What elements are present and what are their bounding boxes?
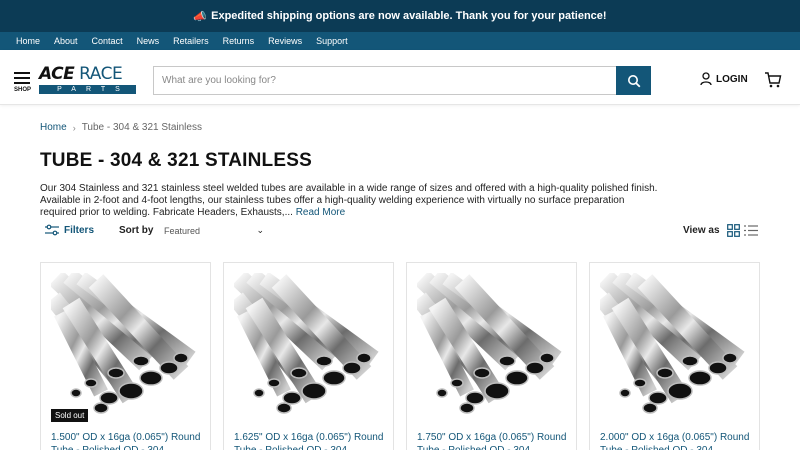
chevron-down-icon: ⌄ (256, 225, 264, 235)
nav-retailers[interactable]: Retailers (173, 36, 209, 46)
filters-button[interactable]: Filters (45, 224, 94, 236)
product-card[interactable]: 1.625" OD x 16ga (0.065") Round Tube - P… (223, 262, 394, 450)
product-card[interactable]: Sold out 1.500" OD x 16ga (0.065") Round… (40, 262, 211, 450)
hamburger-icon-bar (14, 77, 30, 79)
search-button[interactable] (616, 66, 651, 95)
grid-view-icon[interactable] (727, 224, 740, 237)
announcement-text: Expedited shipping options are now avail… (211, 10, 607, 22)
cart-icon (765, 72, 782, 88)
sort-select[interactable]: Featured ⌄ (164, 223, 264, 239)
nav-reviews[interactable]: Reviews (268, 36, 302, 46)
hamburger-icon-bar (14, 82, 30, 84)
utility-nav: Home About Contact News Retailers Return… (0, 32, 800, 50)
collection-description: Our 304 Stainless and 321 stainless stee… (40, 183, 660, 219)
menu-button[interactable]: SHOP (14, 72, 34, 93)
breadcrumb-current: Tube - 304 & 321 Stainless (81, 122, 202, 133)
product-title[interactable]: 1.625" OD x 16ga (0.065") Round Tube - P… (234, 431, 389, 450)
nav-about[interactable]: About (54, 36, 78, 46)
chevron-right-icon: › (72, 122, 76, 133)
search-bar (153, 66, 651, 95)
user-icon (700, 72, 712, 86)
product-card[interactable]: 2.000" OD x 16ga (0.065") Round Tube - P… (589, 262, 760, 450)
list-view-icon[interactable] (744, 224, 758, 237)
stainless-tubes-image (51, 273, 196, 414)
sort-label: Sort by (119, 225, 154, 236)
nav-home[interactable]: Home (16, 36, 40, 46)
product-title[interactable]: 2.000" OD x 16ga (0.065") Round Tube - P… (600, 431, 755, 450)
collection-toolbar: Filters Sort by Featured ⌄ View as (40, 222, 760, 242)
description-text: Our 304 Stainless and 321 stainless stee… (40, 183, 658, 218)
site-logo[interactable]: ACE RACE PARTS (39, 66, 136, 96)
breadcrumb-home[interactable]: Home (40, 122, 67, 133)
stainless-tubes-image (600, 273, 745, 414)
view-as-label: View as (683, 225, 720, 236)
read-more-link[interactable]: Read More (296, 207, 345, 218)
product-title[interactable]: 1.500" OD x 16ga (0.065") Round Tube - P… (51, 431, 206, 450)
cart-button[interactable] (764, 71, 782, 94)
sort-value: Featured (164, 226, 201, 236)
login-link[interactable]: LOGIN (700, 72, 748, 86)
logo-subtext: PARTS (39, 85, 136, 94)
nav-returns[interactable]: Returns (223, 36, 255, 46)
sold-out-badge: Sold out (51, 409, 89, 422)
stainless-tubes-image (417, 273, 562, 414)
product-image[interactable] (417, 273, 567, 423)
product-title[interactable]: 1.750" OD x 16ga (0.065") Round Tube - P… (417, 431, 572, 450)
filters-label: Filters (64, 224, 95, 236)
product-image[interactable] (234, 273, 384, 423)
stainless-tubes-image (234, 273, 379, 414)
announcement-bar: 📣 Expedited shipping options are now ava… (0, 0, 800, 32)
nav-contact[interactable]: Contact (92, 36, 123, 46)
logo-text: ACE RACE (39, 64, 123, 84)
megaphone-icon: 📣 (193, 10, 208, 23)
product-image[interactable] (51, 273, 201, 423)
page-title: TUBE - 304 & 321 STAINLESS (40, 150, 312, 171)
login-label: LOGIN (716, 73, 748, 85)
filter-sliders-icon (45, 224, 59, 236)
nav-support[interactable]: Support (316, 36, 348, 46)
menu-label: SHOP (14, 87, 32, 93)
search-icon (627, 74, 640, 87)
breadcrumb: Home › Tube - 304 & 321 Stainless (40, 122, 202, 133)
hamburger-icon (14, 72, 30, 74)
search-input[interactable] (154, 67, 614, 94)
product-card[interactable]: 1.750" OD x 16ga (0.065") Round Tube - P… (406, 262, 577, 450)
product-image[interactable] (600, 273, 750, 423)
nav-news[interactable]: News (137, 36, 160, 46)
